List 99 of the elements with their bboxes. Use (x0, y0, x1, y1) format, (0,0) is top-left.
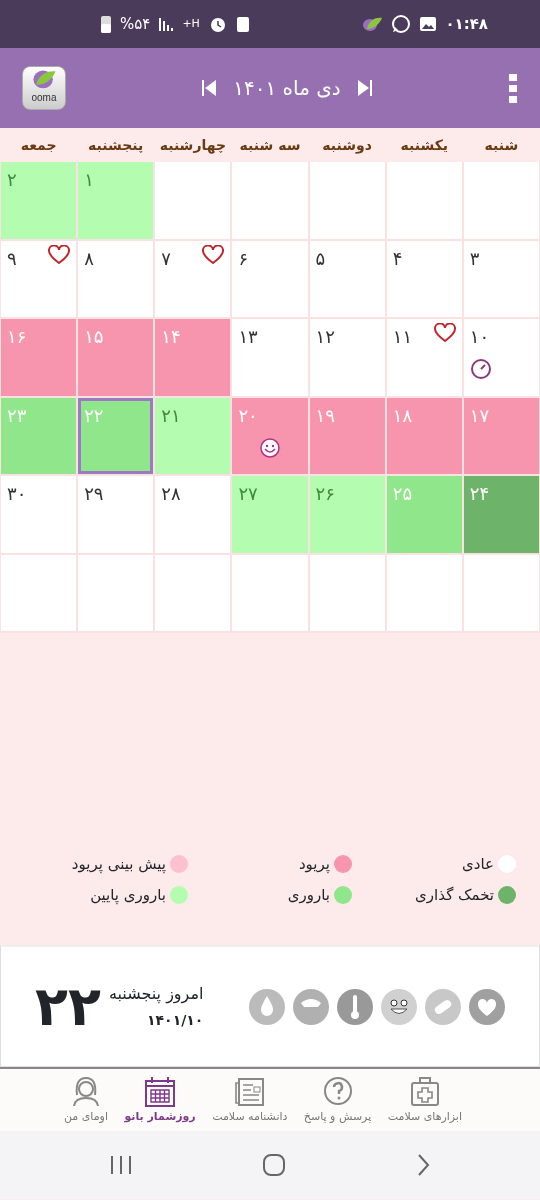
legend-label: پریود (298, 854, 330, 875)
battery-text: %۵۴ (120, 13, 151, 35)
battery-icon (100, 14, 112, 34)
weekday-label: شنبه (483, 135, 520, 155)
recent-apps-icon[interactable] (110, 1154, 132, 1176)
day-number: ۱۸ (392, 403, 413, 428)
gauge-icon (469, 358, 492, 380)
day-number: ۲۰ (238, 403, 258, 428)
back-icon[interactable] (416, 1153, 430, 1177)
heart-tool-icon[interactable] (469, 988, 505, 1025)
today-date: ۱۴۰۱/۱۰ (146, 1011, 204, 1030)
day-cell[interactable]: ۲ (1, 162, 77, 239)
app-logo[interactable]: ooma (22, 66, 66, 110)
day-cell[interactable]: ۱۰ (463, 319, 539, 396)
day-cell[interactable]: ۱ (78, 162, 154, 239)
day-cell[interactable]: ۲۷ (232, 476, 308, 553)
day-number: ۱۶ (7, 325, 27, 349)
leaf-icon (361, 15, 384, 33)
smiley-tool-icon[interactable] (381, 988, 417, 1025)
day-number: ۱۱ (392, 325, 413, 349)
scale-tool-icon[interactable] (293, 988, 329, 1025)
legend-label: باروری پایین (90, 884, 166, 906)
day-number: ۱ (84, 168, 94, 192)
menu-icon[interactable] (508, 72, 518, 104)
day-cell[interactable]: ۲۱ (155, 397, 231, 474)
day-number: ۲۸ (161, 482, 181, 506)
home-icon[interactable] (263, 1154, 285, 1176)
logo-text: ooma (31, 91, 57, 105)
day-number: ۳۰ (7, 482, 27, 506)
day-number: ۲۶ (315, 482, 335, 506)
thermometer-tool-icon[interactable] (337, 988, 373, 1025)
weekday-label: پنجشنبه (87, 135, 145, 155)
day-cell[interactable]: ۲۴ (463, 476, 539, 553)
day-cell[interactable]: ۱۱ (386, 319, 462, 396)
clock-text: ۰۱:۴۸ (445, 13, 488, 35)
weekday-label: جمعه (19, 135, 58, 155)
day-number: ۲ (7, 168, 17, 192)
day-number: ۱۷ (469, 403, 490, 428)
day-number: ۷ (161, 246, 171, 271)
battery-saver-icon (235, 15, 250, 33)
day-number: ۱۳ (238, 325, 258, 349)
weekday-label: دوشنبه (321, 135, 373, 156)
day-cell[interactable]: ۳۰ (1, 476, 77, 553)
nav-tab[interactable]: اومای من (64, 1074, 108, 1126)
day-number: ۲۳ (7, 403, 27, 428)
day-number: ۲۴ (469, 482, 490, 506)
day-cell[interactable]: ۳ (463, 240, 539, 317)
smiley-icon (259, 436, 281, 459)
day-cell[interactable]: ۱۳ (232, 319, 308, 396)
day-cell[interactable]: ۸ (78, 240, 154, 317)
signal-icon (158, 16, 175, 32)
nav-tab[interactable]: روزشمار بانو (124, 1074, 196, 1126)
day-number: ۱۴ (161, 325, 181, 349)
day-number: ۲۹ (84, 482, 104, 506)
nav-tab[interactable]: ابزارهای سلامت (387, 1074, 462, 1126)
day-number: ۱۲ (315, 325, 335, 349)
image-icon (419, 15, 438, 33)
day-number: ۶ (238, 246, 249, 271)
day-number: ۹ (7, 246, 17, 271)
weekday-label: سه شنبه (238, 135, 302, 155)
day-cell[interactable]: ۴ (386, 240, 462, 317)
heart-icon (48, 244, 71, 265)
legend-label: عادی (462, 854, 494, 875)
day-cell[interactable]: ۶ (232, 240, 308, 317)
day-number: ۲۵ (392, 482, 413, 506)
legend-label: پیش بینی پریود (71, 854, 166, 875)
day-cell[interactable]: ۲۶ (309, 476, 385, 553)
day-cell[interactable]: ۹ (1, 240, 77, 317)
calendar-icon (143, 1074, 178, 1109)
day-cell[interactable]: ۲۸ (155, 476, 231, 553)
day-number: ۱۹ (315, 403, 335, 428)
month-title: دی ماه ۱۴۰۱ (233, 75, 341, 102)
day-number: ۲۲ (84, 403, 104, 428)
weekday-label: یکشنبه (399, 135, 450, 155)
today-day-number: ۲۲ (35, 979, 101, 1034)
network-text: H+ (182, 15, 200, 32)
chat-icon (391, 14, 412, 34)
legend-label: باروری (287, 884, 330, 906)
day-number: ۸ (84, 246, 94, 271)
day-number: ۴ (392, 246, 403, 271)
day-number: ۱۵ (84, 325, 104, 349)
day-number: ۵ (315, 246, 326, 271)
nav-tab[interactable]: پرسش و پاسخ (303, 1074, 372, 1126)
legend-label: تخمک گذاری (415, 884, 494, 906)
day-cell[interactable]: ۱۲ (309, 319, 385, 396)
nav-tab[interactable]: دانشنامه سلامت (212, 1074, 288, 1126)
day-number: ۱۰ (469, 325, 490, 349)
day-number: ۳ (469, 246, 480, 271)
previous-month-icon[interactable] (201, 79, 218, 97)
day-number: ۲۱ (161, 403, 181, 428)
weekday-label: چهارشنبه (158, 135, 228, 156)
heart-icon (202, 244, 225, 265)
heart-icon (433, 323, 456, 343)
next-month-icon[interactable] (356, 79, 373, 97)
day-cell[interactable]: ۷ (155, 240, 231, 317)
day-number: ۲۷ (238, 482, 258, 506)
today-label: امروز پنجشنبه (108, 983, 204, 1006)
day-cell[interactable]: ۵ (309, 240, 385, 317)
day-cell[interactable]: ۲۹ (78, 476, 154, 553)
